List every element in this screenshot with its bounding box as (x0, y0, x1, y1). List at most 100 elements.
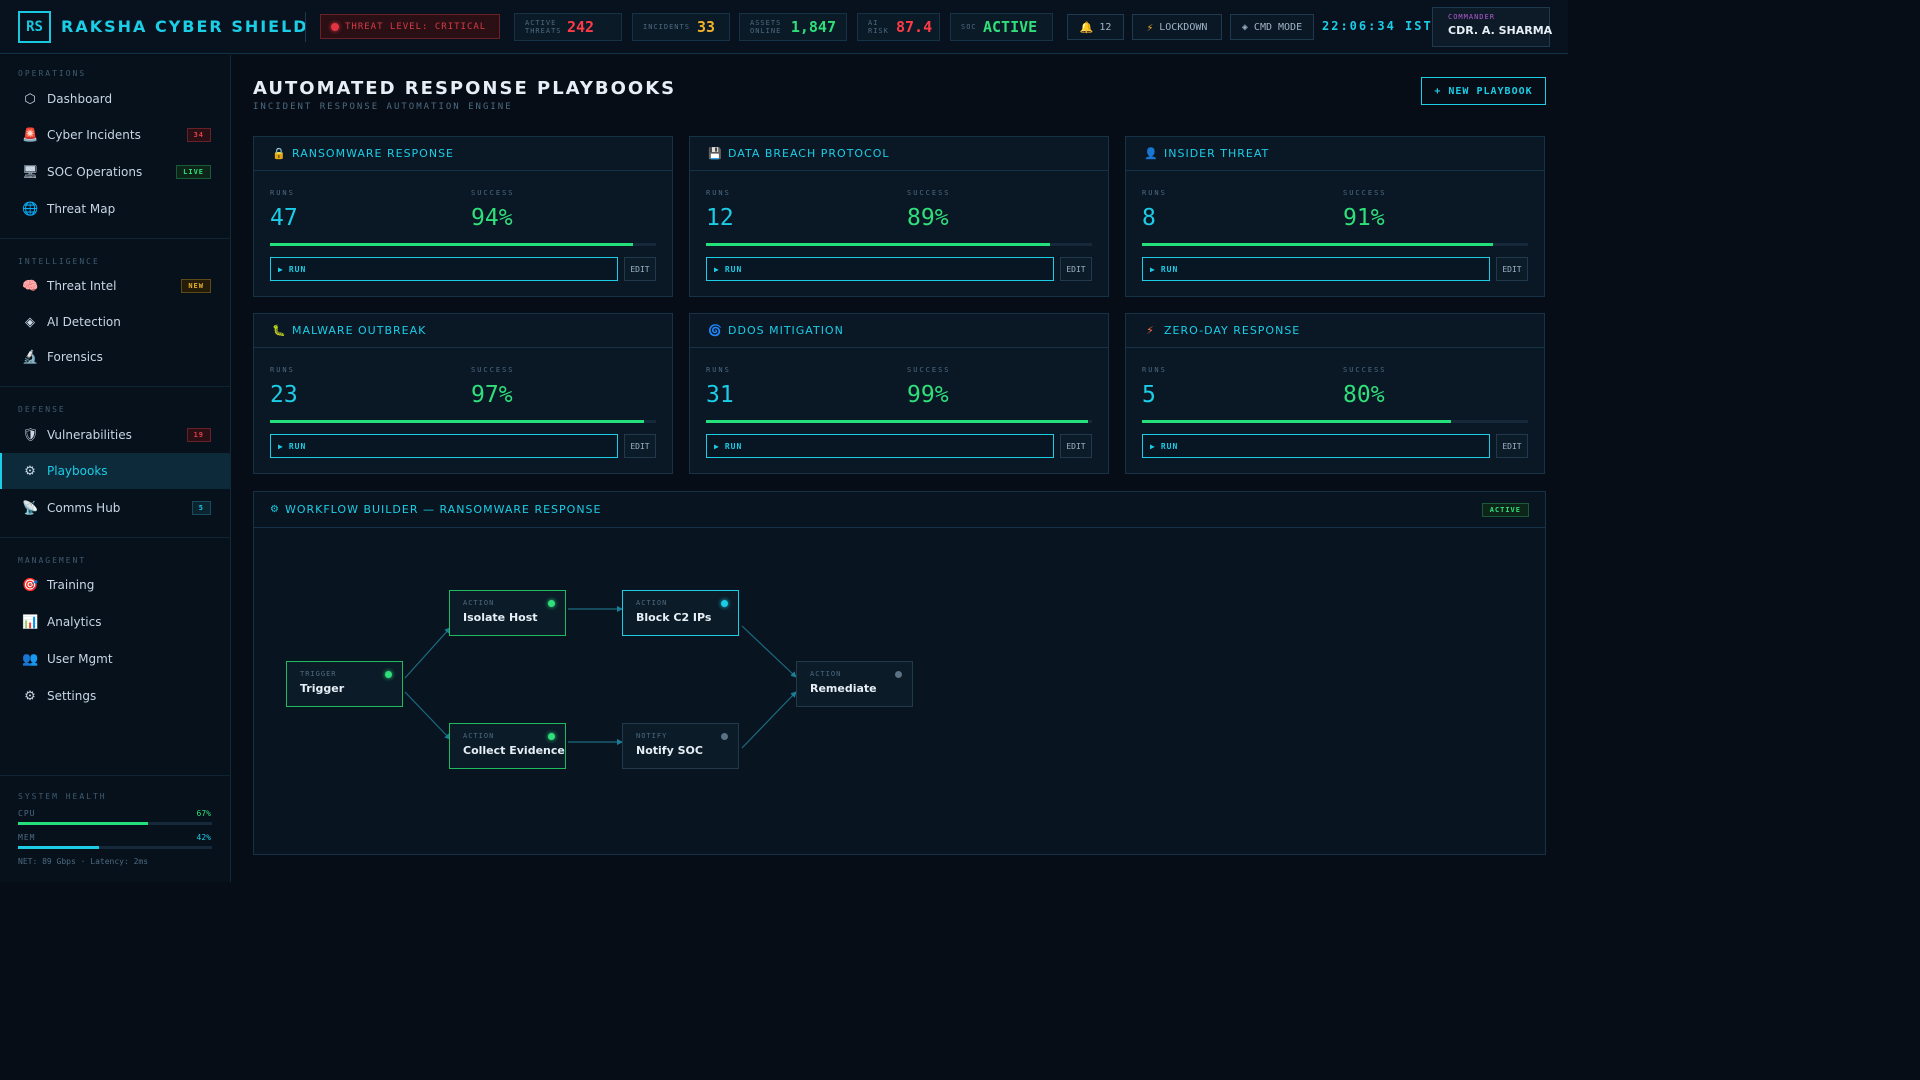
globe-icon: 🌐 (22, 201, 39, 217)
workflow-node-block-c2[interactable]: ACTION Block C2 IPs (622, 590, 739, 636)
playbook-name: ZERO-DAY RESPONSE (1164, 324, 1301, 337)
stat-label: AI RISK (868, 19, 889, 35)
success-label: SUCCESS (471, 189, 515, 197)
success-value: 89% (907, 205, 949, 231)
section-label-operations: OPERATIONS (18, 69, 87, 78)
stat-label: ACTIVE THREATS (525, 19, 562, 35)
success-label: SUCCESS (907, 189, 951, 197)
status-dot-icon (721, 733, 728, 740)
play-icon: ▶ (714, 264, 720, 274)
runs-label: RUNS (1142, 189, 1167, 197)
edit-playbook-button[interactable]: EDIT (1060, 257, 1092, 281)
stat-assets-online: ASSETS ONLINE 1,847 (739, 13, 847, 41)
workflow-status-badge: ACTIVE (1481, 503, 1529, 517)
sidebar-item-cyber-incidents[interactable]: 🚨 Cyber Incidents 34 (0, 117, 231, 153)
workflow-node-collect-evidence[interactable]: ACTION Collect Evidence (449, 723, 566, 769)
sidebar-item-label: Threat Map (47, 202, 116, 216)
playbook-name: RANSOMWARE RESPONSE (292, 147, 454, 160)
sidebar-item-training[interactable]: 🎯 Training (0, 567, 231, 603)
incident-count-badge: 34 (186, 128, 211, 142)
playbook-name: DDOS MITIGATION (728, 324, 844, 337)
server-icon: 🖥 (22, 164, 39, 180)
section-label-defense: DEFENSE (18, 405, 66, 414)
sidebar-item-label: Cyber Incidents (47, 128, 141, 142)
run-label: RUN (724, 441, 743, 451)
notifications-button[interactable]: 🔔 12 (1067, 14, 1124, 40)
notification-count: 12 (1099, 21, 1112, 33)
commander-profile[interactable]: COMMANDER CDR. A. SHARMA (1432, 7, 1552, 47)
sidebar-item-user-mgmt[interactable]: 👥 User Mgmt (0, 641, 231, 677)
cpu-value: 67% (196, 809, 211, 818)
sidebar-item-ai-detection[interactable]: ◈ AI Detection (0, 304, 231, 340)
sidebar-item-forensics[interactable]: 🔬 Forensics (0, 339, 231, 375)
runs-label: RUNS (706, 189, 731, 197)
lightning-icon: ⚡ (1146, 324, 1154, 337)
play-icon: ▶ (1150, 264, 1156, 274)
gear-icon: ⚙ (24, 463, 36, 479)
success-value: 94% (471, 205, 513, 231)
stat-label: ASSETS ONLINE (750, 19, 782, 35)
lockdown-button[interactable]: ⚡ LOCKDOWN (1132, 14, 1222, 40)
cmd-mode-button[interactable]: ◈ CMD MODE (1230, 14, 1314, 40)
node-name: Remediate (810, 682, 877, 695)
run-playbook-button[interactable]: ▶ RUN (1142, 257, 1490, 281)
playbook-card-header: 🔒 RANSOMWARE RESPONSE (254, 137, 672, 171)
edit-playbook-button[interactable]: EDIT (1496, 257, 1528, 281)
stat-label: INCIDENTS (643, 23, 690, 31)
edit-playbook-button[interactable]: EDIT (624, 434, 656, 458)
lock-icon: 🔒 (272, 147, 286, 160)
connector-trigger-collect (404, 691, 451, 740)
connector-block-remediate (741, 625, 797, 678)
new-playbook-button[interactable]: + NEW PLAYBOOK (1421, 77, 1546, 105)
edit-playbook-button[interactable]: EDIT (624, 257, 656, 281)
runs-label: RUNS (270, 189, 295, 197)
sidebar-item-vulnerabilities[interactable]: 🛡 Vulnerabilities 19 (0, 417, 231, 453)
user-icon: 👤 (1144, 147, 1158, 160)
run-playbook-button[interactable]: ▶ RUN (270, 434, 618, 458)
sidebar-item-playbooks[interactable]: ⚙ Playbooks (0, 453, 231, 489)
playbook-name: INSIDER THREAT (1164, 147, 1270, 160)
run-label: RUN (288, 264, 307, 274)
status-dot-icon (895, 671, 902, 678)
sidebar-item-settings[interactable]: ⚙ Settings (0, 678, 231, 714)
sidebar-item-dashboard[interactable]: ⬡ Dashboard (0, 81, 231, 117)
workflow-node-remediate[interactable]: ACTION Remediate (796, 661, 913, 707)
edit-playbook-button[interactable]: EDIT (1496, 434, 1528, 458)
sidebar-item-threat-intel[interactable]: 🧠 Threat Intel NEW (0, 268, 231, 304)
diamond-icon: ◈ (25, 314, 35, 330)
run-playbook-button[interactable]: ▶ RUN (706, 257, 1054, 281)
success-value: 80% (1343, 382, 1385, 408)
run-playbook-button[interactable]: ▶ RUN (270, 257, 618, 281)
runs-value: 5 (1142, 382, 1156, 408)
sidebar-item-label: Analytics (47, 615, 102, 629)
sidebar-item-label: Settings (47, 689, 97, 703)
connector-notify-remediate (741, 691, 797, 749)
playbook-card: 🐛 MALWARE OUTBREAK RUNS SUCCESS 23 97% ▶ RUN EDI… (253, 313, 673, 474)
playbook-card: 🌀 DDOS MITIGATION RUNS SUCCESS 31 99% ▶ RUN EDIT (689, 313, 1109, 474)
workflow-node-notify-soc[interactable]: NOTIFY Notify SOC (622, 723, 739, 769)
sidebar-item-soc-operations[interactable]: 🖥 SOC Operations LIVE (0, 154, 231, 190)
sidebar-item-threat-map[interactable]: 🌐 Threat Map (0, 191, 231, 227)
sidebar-item-label: Vulnerabilities (47, 428, 132, 442)
runs-label: RUNS (1142, 366, 1167, 374)
sidebar-item-analytics[interactable]: 📊 Analytics (0, 604, 231, 640)
brain-icon: 🧠 (22, 278, 39, 294)
hexagon-icon: ⬡ (24, 91, 36, 107)
edit-playbook-button[interactable]: EDIT (1060, 434, 1092, 458)
workflow-node-isolate-host[interactable]: ACTION Isolate Host (449, 590, 566, 636)
success-progress-fill (1142, 243, 1494, 246)
run-playbook-button[interactable]: ▶ RUN (706, 434, 1054, 458)
workflow-node-trigger[interactable]: TRIGGER Trigger (286, 661, 403, 707)
success-progress-bar (270, 420, 656, 423)
runs-label: RUNS (270, 366, 295, 374)
sidebar-item-label: Dashboard (47, 92, 113, 106)
section-label-management: MANAGEMENT (18, 556, 87, 565)
top-header: RS RAKSHA CYBER SHIELD THREAT LEVEL: CRI… (0, 0, 1568, 54)
run-playbook-button[interactable]: ▶ RUN (1142, 434, 1490, 458)
sidebar-item-comms-hub[interactable]: 📡 Comms Hub 5 (0, 490, 231, 526)
run-label: RUN (724, 264, 743, 274)
playbook-card: 🔒 RANSOMWARE RESPONSE RUNS SUCCESS 47 94% ▶ RUN… (253, 136, 673, 297)
new-badge: NEW (181, 279, 211, 293)
playbook-name: DATA BREACH PROTOCOL (728, 147, 890, 160)
playbook-card-header: 💾 DATA BREACH PROTOCOL (690, 137, 1108, 171)
